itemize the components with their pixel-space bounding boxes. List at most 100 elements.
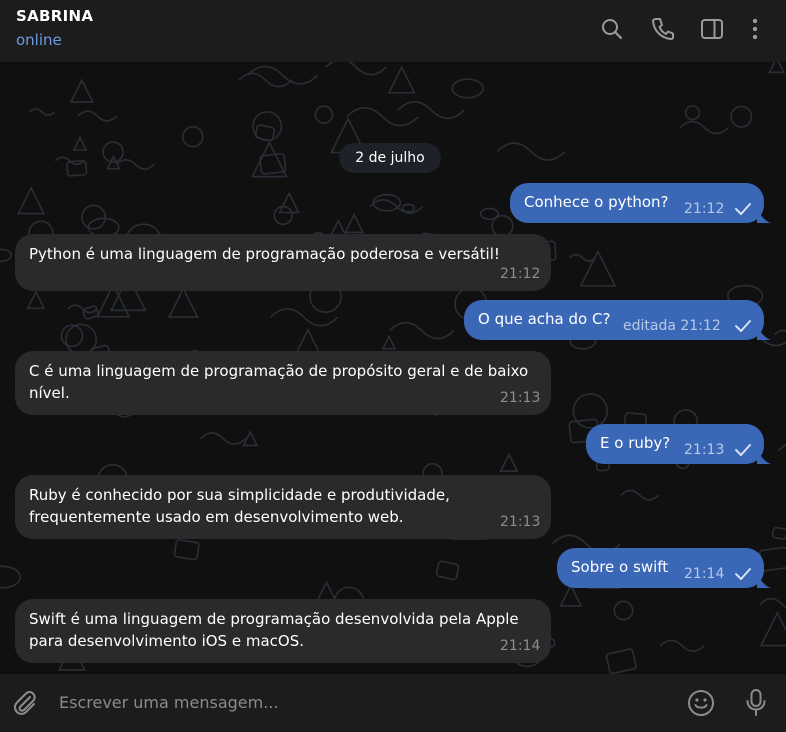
background-doodle: [496, 142, 566, 161]
background-doodle: [0, 565, 22, 589]
background-doodle: [369, 199, 424, 214]
background-doodle: [325, 62, 387, 76]
message-time: 21:12: [684, 201, 725, 217]
background-doodle: [479, 207, 500, 220]
background-doodle: [389, 321, 455, 340]
message-time: 21:14: [500, 638, 541, 654]
background-doodle: [173, 539, 200, 561]
background-doodle: [499, 452, 519, 472]
date-separator: 2 de julho: [339, 143, 441, 173]
sidebar-toggle-icon[interactable]: [699, 16, 725, 42]
background-doodle: [273, 205, 293, 226]
message-time: editada 21:12: [623, 318, 721, 334]
background-doodle: [381, 334, 397, 350]
message-time: 21:13: [500, 514, 541, 530]
background-doodle: [435, 560, 460, 581]
background-doodle: [613, 600, 634, 621]
background-doodle: [451, 78, 484, 99]
background-doodle: [72, 135, 88, 151]
background-doodle: [768, 62, 786, 74]
background-doodle: [397, 101, 465, 120]
incoming-message[interactable]: C é uma linguagem de programação de prop…: [15, 351, 551, 415]
background-doodle: [344, 212, 365, 234]
background-doodle: [759, 611, 786, 647]
message-text-line: nível.: [29, 384, 70, 402]
background-doodle: [771, 526, 786, 540]
background-doodle: [569, 253, 596, 262]
background-doodle: [0, 248, 13, 262]
microphone-icon[interactable]: [741, 687, 771, 717]
background-doodle: [77, 110, 118, 122]
read-check-icon: [735, 568, 751, 580]
background-doodle: [372, 193, 402, 212]
background-doodle: [559, 583, 583, 607]
outgoing-message[interactable]: E o ruby? 21:13: [586, 424, 764, 464]
message-input[interactable]: Escrever uma mensagem...: [59, 693, 278, 712]
background-doodle: [66, 159, 88, 177]
more-vertical-icon[interactable]: [742, 16, 768, 42]
read-check-icon: [735, 203, 751, 215]
background-doodle: [401, 203, 416, 213]
message-text: O que acha do C?: [478, 310, 611, 328]
background-doodle: [620, 489, 659, 501]
read-check-icon: [735, 444, 751, 456]
background-doodle: [259, 152, 287, 175]
bubble-tail: [757, 209, 771, 223]
background-doodle: [81, 204, 107, 230]
outgoing-message[interactable]: O que acha do C? editada 21:12: [464, 300, 764, 340]
background-doodle: [759, 597, 786, 609]
message-text: Python é uma linguagem de programação po…: [29, 245, 500, 263]
message-composer: Escrever uma mensagem...: [0, 674, 786, 732]
background-doodle: [387, 65, 416, 94]
message-list[interactable]: 2 de julho Conhece o python? 21:12 Pytho…: [0, 62, 786, 674]
background-doodle: [730, 105, 753, 128]
message-time: 21:14: [684, 566, 725, 582]
incoming-message[interactable]: Ruby é conhecido por sua simplicidade e …: [15, 475, 551, 539]
background-doodle: [254, 124, 276, 142]
background-doodle: [314, 105, 334, 125]
background-doodle: [774, 329, 786, 336]
bubble-tail: [757, 450, 771, 464]
read-check-icon: [735, 320, 751, 332]
incoming-message[interactable]: Python é uma linguagem de programação po…: [15, 234, 551, 291]
background-doodle: [572, 393, 609, 429]
background-doodle: [69, 78, 95, 103]
background-doodle: [26, 290, 46, 310]
message-text: Sobre o swift: [571, 558, 669, 576]
background-doodle: [182, 125, 204, 148]
outgoing-message[interactable]: Conhece o python? 21:12: [510, 183, 764, 223]
background-doodle: [659, 639, 705, 653]
search-icon[interactable]: [599, 16, 625, 42]
contact-name[interactable]: SABRINA: [16, 7, 93, 25]
contact-status: online: [16, 31, 62, 49]
attach-icon[interactable]: [10, 688, 40, 718]
outgoing-message[interactable]: Sobre o swift 21:14: [557, 548, 764, 588]
background-doodle: [684, 105, 701, 121]
message-time: 21:13: [684, 442, 725, 458]
message-time: 21:12: [500, 266, 541, 282]
incoming-message[interactable]: Swift é uma linguagem de programação des…: [15, 599, 551, 663]
message-text-line: C é uma linguagem de programação de prop…: [29, 362, 529, 380]
phone-icon[interactable]: [650, 16, 676, 42]
background-doodle: [28, 108, 55, 116]
bubble-tail: [757, 326, 771, 340]
message-text: E o ruby?: [600, 434, 671, 452]
message-text-line: Swift é uma linguagem de programação des…: [29, 610, 519, 628]
background-doodle: [17, 186, 46, 215]
bubble-tail: [757, 574, 771, 588]
background-doodle: [579, 249, 617, 287]
message-time: 21:13: [500, 390, 541, 406]
background-doodle: [679, 120, 729, 135]
message-text-line: para desenvolvimento iOS e macOS.: [29, 632, 304, 650]
background-doodle: [777, 443, 786, 452]
background-doodle: [167, 286, 199, 318]
message-text-line: Ruby é conhecido por sua simplicidade e …: [29, 486, 450, 504]
background-doodle: [200, 432, 247, 445]
message-text: Conhece o python?: [524, 193, 669, 211]
background-doodle: [116, 159, 155, 170]
background-doodle: [346, 106, 419, 127]
background-doodle: [605, 648, 637, 674]
message-text-line: frequentemente usado em desenvolvimento …: [29, 508, 404, 526]
emoji-icon[interactable]: [686, 688, 716, 718]
chat-header: SABRINA online: [0, 0, 786, 62]
